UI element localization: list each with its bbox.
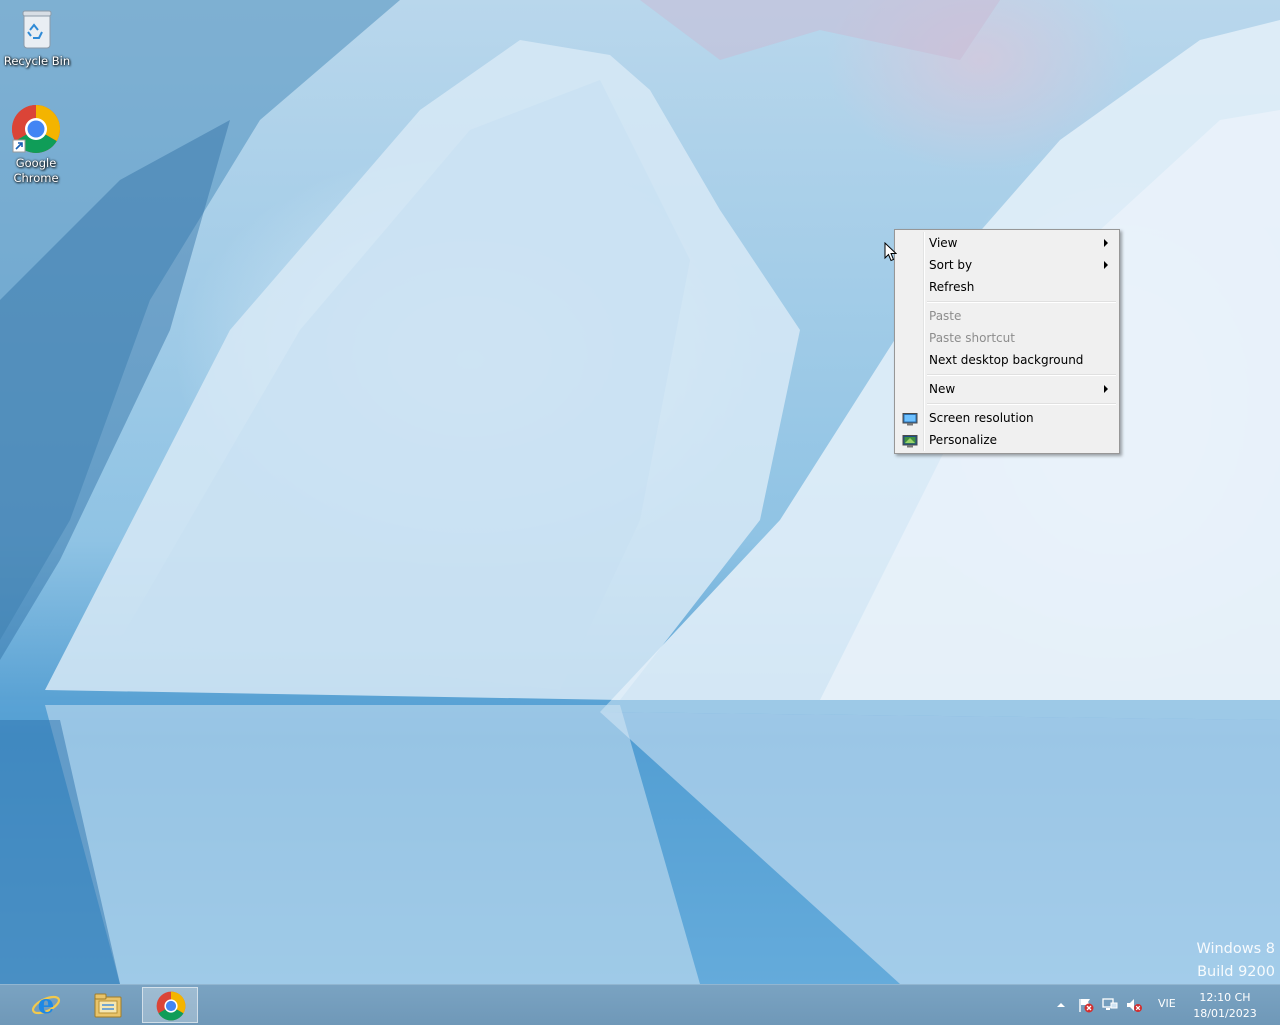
chrome-shortcut-icon	[11, 104, 61, 154]
menu-item-paste[interactable]: Paste	[897, 305, 1117, 327]
mouse-pointer-icon	[884, 241, 898, 265]
desktop-context-menu: View Sort by Refresh Paste Paste shortcu…	[894, 229, 1120, 454]
menu-item-label: Personalize	[929, 433, 998, 447]
menu-item-new[interactable]: New	[897, 378, 1117, 400]
menu-item-paste-shortcut[interactable]: Paste shortcut	[897, 327, 1117, 349]
taskbar-clock[interactable]: 12:10 CH 18/01/2023	[1186, 990, 1264, 1022]
watermark-os-name: Windows 8	[1196, 941, 1275, 957]
menu-item-next-desktop-background[interactable]: Next desktop background	[897, 349, 1117, 371]
recycle-bin-icon	[20, 6, 54, 52]
menu-separator	[927, 403, 1116, 405]
monitor-icon	[902, 411, 918, 426]
menu-separator	[927, 374, 1116, 376]
desktop-icon-google-chrome[interactable]: Google Chrome	[0, 104, 74, 186]
submenu-arrow-icon	[1104, 261, 1108, 269]
menu-item-label: Sort by	[929, 258, 973, 272]
desktop-icon-recycle-bin[interactable]: Recycle Bin	[0, 6, 75, 69]
desktop-wallpaper[interactable]	[0, 0, 1280, 984]
menu-item-screen-resolution[interactable]: Screen resolution	[897, 407, 1117, 429]
network-icon[interactable]	[1102, 997, 1118, 1013]
menu-item-personalize[interactable]: Personalize	[897, 429, 1117, 451]
iceberg-artwork	[0, 0, 1280, 984]
menu-item-label: Screen resolution	[929, 411, 1034, 425]
menu-item-label: Paste shortcut	[929, 331, 1015, 345]
menu-item-label: Paste	[929, 309, 962, 323]
volume-muted-icon[interactable]	[1126, 997, 1142, 1013]
submenu-arrow-icon	[1104, 385, 1108, 393]
menu-item-label: New	[929, 382, 956, 396]
taskbar: e VIE 12:10 CH 18/01/2023	[0, 984, 1280, 1025]
submenu-arrow-icon	[1104, 239, 1108, 247]
input-language-indicator[interactable]: VIE	[1158, 997, 1176, 1010]
menu-item-refresh[interactable]: Refresh	[897, 276, 1117, 298]
menu-item-label: Next desktop background	[929, 353, 1084, 367]
windows-build-watermark: Windows 8 Build 9200	[1196, 938, 1275, 984]
menu-item-label: Refresh	[929, 280, 975, 294]
system-tray: VIE 12:10 CH 18/01/2023	[0, 985, 1280, 1025]
clock-time: 12:10 CH	[1199, 991, 1251, 1004]
personalize-icon	[902, 433, 918, 448]
clock-date: 18/01/2023	[1193, 1007, 1257, 1020]
recycle-bin-label: Recycle Bin	[3, 54, 71, 68]
chrome-shortcut-label: Google Chrome	[13, 156, 59, 185]
menu-item-sort-by[interactable]: Sort by	[897, 254, 1117, 276]
show-hidden-icons-chevron-icon[interactable]	[1055, 997, 1071, 1013]
watermark-build: Build 9200	[1197, 964, 1275, 980]
action-center-flag-icon[interactable]	[1078, 997, 1094, 1013]
menu-item-label: View	[929, 236, 958, 250]
menu-item-view[interactable]: View	[897, 232, 1117, 254]
menu-separator	[927, 301, 1116, 303]
